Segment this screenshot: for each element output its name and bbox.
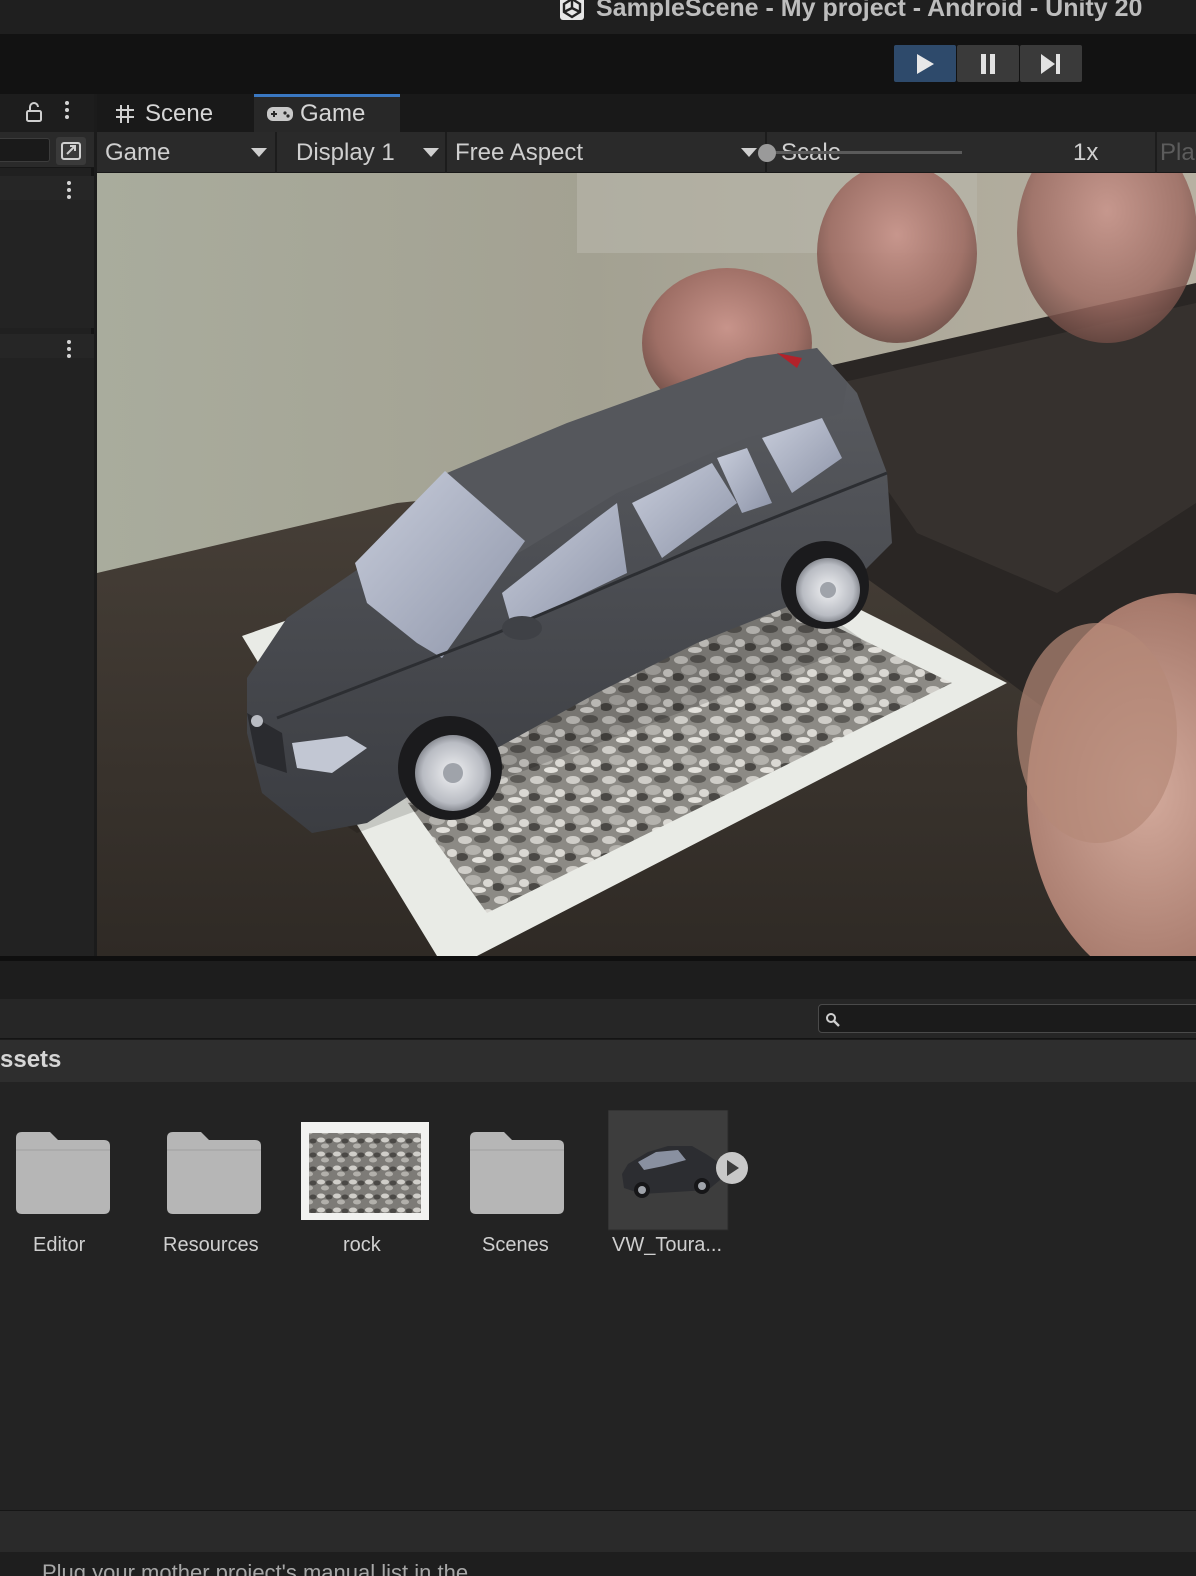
asset-item-resources[interactable]	[165, 1132, 261, 1219]
asset-item-vw-touran[interactable]	[607, 1109, 754, 1237]
title-bar: SampleScene - My project - Android - Uni…	[0, 0, 1196, 34]
hierarchy-panel	[0, 94, 94, 956]
display-dropdown[interactable]: Display 1	[279, 132, 447, 173]
hierarchy-search-field[interactable]	[0, 138, 50, 162]
maximize-button[interactable]	[56, 137, 86, 165]
asset-name-scenes: Scenes	[482, 1234, 549, 1256]
scale-value: 1x	[1073, 139, 1099, 166]
step-button[interactable]	[1020, 45, 1082, 82]
project-tab-bar	[0, 961, 1196, 999]
lock-icon[interactable]	[25, 102, 43, 122]
chevron-down-icon	[251, 148, 267, 157]
scale-slider-handle[interactable]	[758, 144, 776, 162]
hierarchy-menu-icon[interactable]	[64, 98, 70, 122]
project-search-input[interactable]	[818, 1004, 1196, 1033]
hierarchy-block-1	[0, 200, 94, 328]
gamepad-icon	[267, 107, 293, 121]
aspect-value: Free Aspect	[455, 139, 584, 166]
display-value: Display 1	[296, 139, 395, 166]
hierarchy-section-2	[0, 334, 94, 358]
folder-icon	[16, 1132, 110, 1214]
game-mode-value: Game	[105, 139, 171, 166]
pause-icon	[981, 53, 995, 74]
play-mode-label: Pla	[1160, 139, 1195, 166]
play-button[interactable]	[894, 45, 956, 82]
asset-name-rock: rock	[343, 1234, 381, 1256]
asset-item-rock[interactable]	[301, 1122, 429, 1225]
project-footer-bar	[0, 1510, 1196, 1552]
game-viewport[interactable]	[97, 173, 1196, 956]
breadcrumb: ssets	[0, 1040, 1196, 1082]
status-text: Plug your mother project's manual list i…	[42, 1560, 469, 1576]
scale-slider-track[interactable]	[772, 151, 962, 154]
tab-game[interactable]: Game	[254, 94, 400, 132]
hierarchy-section-1	[0, 176, 94, 200]
folder-icon	[167, 1132, 261, 1214]
breadcrumb-assets[interactable]: ssets	[0, 1046, 61, 1074]
hierarchy-header	[0, 94, 94, 132]
game-view-toolbar: Game Display 1 Free Aspect Scale 1x Pla	[97, 132, 1196, 173]
chevron-down-icon	[423, 148, 439, 157]
tab-scene[interactable]: Scene	[97, 94, 254, 132]
play-icon	[917, 53, 934, 74]
hierarchy-block-2	[0, 358, 94, 956]
aspect-dropdown[interactable]: Free Aspect	[449, 132, 767, 173]
section-menu-icon[interactable]	[66, 178, 72, 202]
game-mode-dropdown[interactable]: Game	[97, 132, 277, 173]
asset-name-vw-touran: VW_Toura...	[612, 1234, 723, 1256]
grid-hash-icon	[116, 105, 134, 123]
tab-game-label: Game	[300, 100, 366, 127]
model-thumbnail	[607, 1109, 748, 1231]
step-icon	[1041, 53, 1060, 74]
play-focused-toggle[interactable]: Pla	[1159, 132, 1196, 173]
asset-item-editor[interactable]	[14, 1132, 110, 1219]
ar-camera-image	[97, 173, 1196, 956]
unity-logo-icon	[560, 0, 584, 20]
tab-scene-label: Scene	[145, 100, 214, 127]
asset-name-editor: Editor	[33, 1234, 86, 1256]
window-title: SampleScene - My project - Android - Uni…	[596, 0, 1143, 22]
texture-thumbnail	[301, 1122, 429, 1220]
pause-button[interactable]	[957, 45, 1019, 82]
unity-editor-window: SampleScene - My project - Android - Uni…	[0, 0, 1196, 1576]
chevron-down-icon	[741, 148, 757, 157]
view-tab-bar: Scene Game	[97, 94, 1196, 132]
folder-icon	[470, 1132, 564, 1214]
asset-name-resources: Resources	[163, 1234, 259, 1256]
search-icon	[826, 1013, 840, 1027]
maximize-icon	[61, 142, 81, 160]
asset-item-scenes[interactable]	[468, 1132, 564, 1219]
